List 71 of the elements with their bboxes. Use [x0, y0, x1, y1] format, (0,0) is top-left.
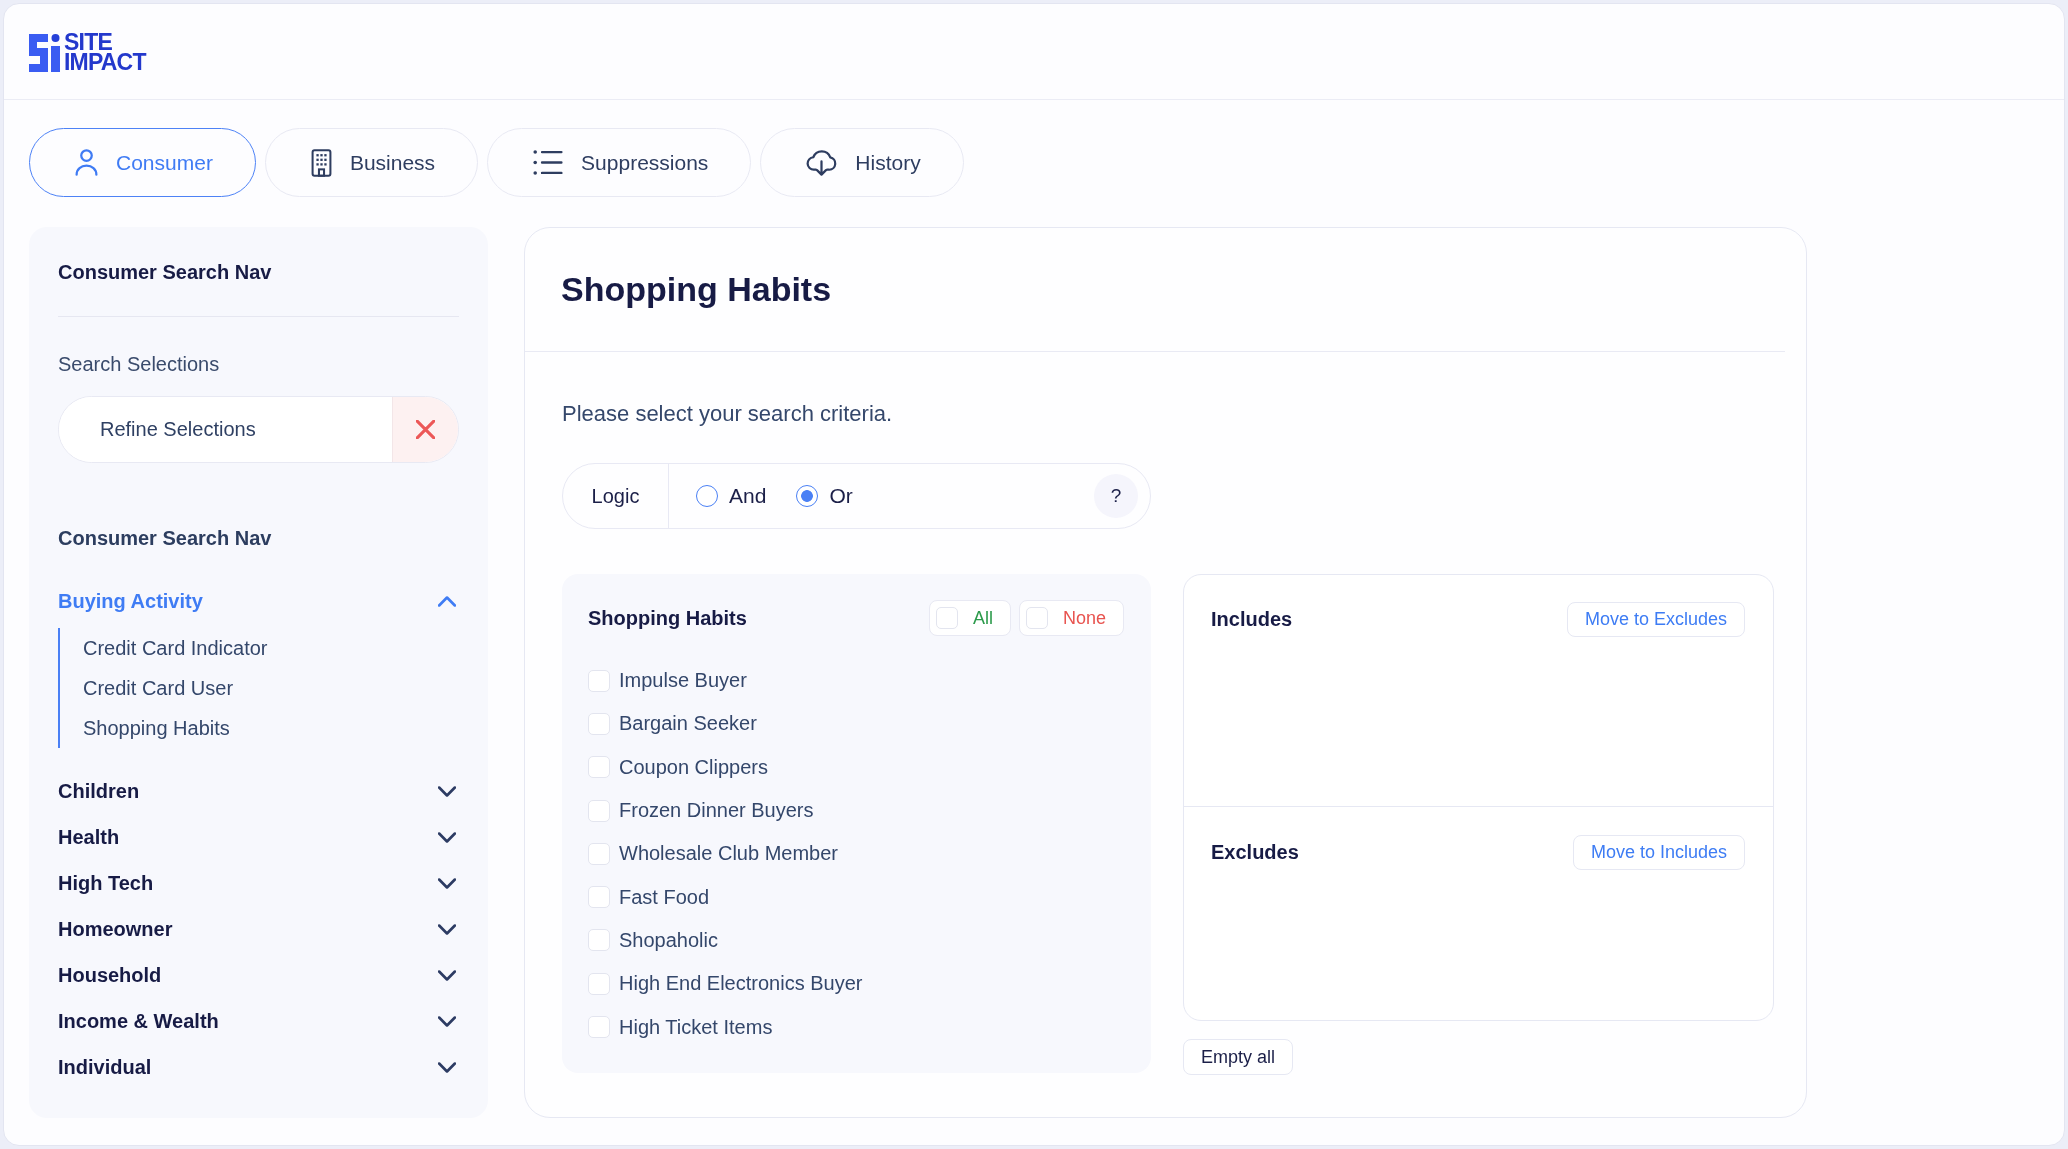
chevron-up-icon	[438, 595, 456, 607]
nav-category[interactable]: Homeowner	[58, 906, 459, 952]
section-title: Shopping Habits	[588, 606, 747, 630]
sidebar-title: Consumer Search Nav	[58, 260, 273, 285]
move-button[interactable]: Move to Includes	[1572, 835, 1745, 870]
select-all-button[interactable]: All	[928, 600, 1011, 636]
radio-option[interactable]: Or	[796, 484, 853, 508]
checkbox-option[interactable]: Impulse Buyer	[588, 659, 1124, 703]
logic-label: Logic	[563, 464, 669, 528]
radio-option[interactable]: And	[696, 484, 767, 508]
checkbox-option[interactable]: Shopaholic	[588, 918, 1124, 963]
list-icon	[533, 150, 564, 175]
section-title: Excludes	[1211, 841, 1299, 864]
chevron-down-icon	[438, 923, 456, 935]
checkbox[interactable]	[588, 756, 610, 779]
nav-subitem[interactable]: Credit Card Indicator	[83, 628, 459, 668]
logo-text: SITE	[64, 31, 112, 52]
checkbox[interactable]	[588, 669, 610, 692]
chevron-down-icon	[438, 785, 456, 797]
nav-category[interactable]: High Tech	[58, 860, 459, 906]
checkbox-option[interactable]: Coupon Clippers	[588, 745, 1124, 789]
logo-mark-icon	[29, 31, 61, 72]
nav-category[interactable]: Buying Activity	[58, 578, 459, 624]
chevron-down-icon	[438, 1015, 456, 1027]
close-icon	[416, 420, 435, 439]
nav-title: Consumer Search Nav	[58, 526, 273, 551]
section-label: Search Selections	[58, 352, 221, 377]
tab[interactable]: Business	[264, 128, 479, 197]
nav-subitem[interactable]: Shopping Habits	[83, 708, 459, 748]
clear-button[interactable]	[392, 397, 458, 462]
checkbox[interactable]	[588, 1016, 610, 1038]
checkbox[interactable]	[935, 607, 958, 629]
tab[interactable]: Suppressions	[487, 128, 752, 197]
empty-all-button[interactable]: Empty all	[1183, 1039, 1294, 1075]
chevron-down-icon	[438, 1061, 456, 1073]
checkbox-option[interactable]: Fast Food	[588, 875, 1124, 919]
tab[interactable]: History	[760, 128, 964, 197]
checkbox[interactable]	[1025, 607, 1048, 629]
checkbox[interactable]	[588, 886, 610, 909]
checkbox[interactable]	[588, 712, 610, 735]
cloud-download-icon	[806, 149, 838, 176]
chevron-down-icon	[438, 969, 456, 981]
building-icon	[310, 148, 332, 177]
move-button[interactable]: Move to Excludes	[1566, 602, 1745, 637]
chevron-down-icon	[438, 877, 456, 889]
radio-button[interactable]	[696, 485, 718, 507]
checkbox[interactable]	[588, 972, 610, 995]
checkbox-option[interactable]: Frozen Dinner Buyers	[588, 788, 1124, 833]
checkbox[interactable]	[588, 929, 610, 952]
checkbox-option[interactable]: High End Electronics Buyer	[588, 962, 1124, 1006]
nav-category[interactable]: Household	[58, 952, 459, 998]
checkbox[interactable]	[588, 842, 610, 865]
nav-category[interactable]: Individual	[58, 1044, 459, 1090]
help-button[interactable]: ?	[1094, 474, 1138, 518]
section-title: Includes	[1211, 608, 1293, 631]
checkbox-option[interactable]: High Ticket Items	[588, 1005, 1124, 1049]
nav-category[interactable]: Income & Wealth	[58, 998, 459, 1044]
page-title: Shopping Habits	[561, 270, 832, 309]
instruction-text: Please select your search criteria.	[562, 401, 894, 427]
nav-category[interactable]: Health	[58, 814, 459, 860]
nav-subitem[interactable]: Credit Card User	[83, 668, 459, 708]
checkbox[interactable]	[588, 799, 610, 822]
chevron-down-icon	[438, 831, 456, 843]
radio-button[interactable]	[796, 485, 819, 507]
select-none-button[interactable]: None	[1018, 600, 1124, 636]
logo-text: IMPACT	[64, 51, 146, 72]
person-icon	[75, 149, 98, 176]
nav-category[interactable]: Children	[58, 768, 459, 814]
checkbox-option[interactable]: Bargain Seeker	[588, 702, 1124, 746]
checkbox-option[interactable]: Wholesale Club Member	[588, 832, 1124, 876]
tab[interactable]: Consumer	[29, 128, 256, 197]
